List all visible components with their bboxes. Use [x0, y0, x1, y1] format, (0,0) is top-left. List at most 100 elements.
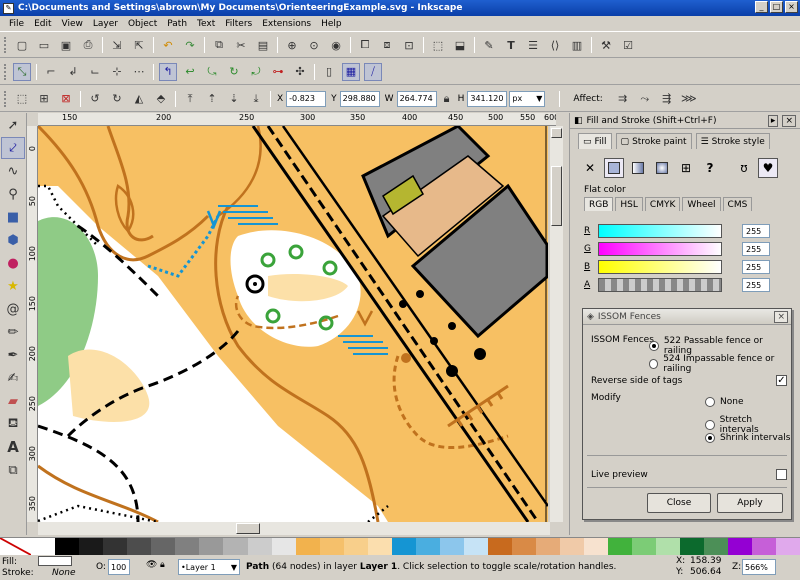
modify-stretch[interactable]: Stretch intervals — [705, 415, 791, 435]
palette-swatch-13[interactable] — [343, 538, 368, 555]
swatch-none[interactable] — [0, 538, 32, 555]
slider-g-track[interactable] — [598, 242, 722, 256]
vertical-scrollbar[interactable] — [550, 126, 563, 522]
slider-b-value[interactable]: 255 — [742, 260, 770, 274]
redo-icon[interactable]: ↷ — [181, 36, 199, 54]
fill-stroke-icon[interactable]: ✎ — [480, 36, 498, 54]
document-properties-icon[interactable]: ☑ — [619, 36, 637, 54]
palette-swatch-11[interactable] — [295, 538, 320, 555]
slider-g-value[interactable]: 255 — [742, 242, 770, 256]
tab-cmyk[interactable]: CMYK — [644, 197, 681, 211]
horizontal-scrollbar[interactable] — [38, 522, 550, 535]
bucket-tool-icon[interactable]: ⛾ — [1, 413, 25, 435]
tab-stroke-style[interactable]: ☰ Stroke style — [695, 133, 770, 149]
menu-object[interactable]: Object — [123, 19, 162, 29]
issom-close-icon[interactable]: × — [774, 310, 788, 323]
affect-pattern-icon[interactable]: ⋙ — [680, 90, 698, 108]
palette-swatch-20[interactable] — [511, 538, 536, 555]
flip-horizontal-icon[interactable]: ◭ — [130, 90, 148, 108]
palette-swatch-31[interactable] — [776, 538, 800, 555]
palette-swatch-29[interactable] — [728, 538, 753, 555]
duplicate-icon[interactable]: ⧠ — [356, 36, 374, 54]
tab-wheel[interactable]: Wheel — [682, 197, 721, 211]
menu-text[interactable]: Text — [192, 19, 220, 29]
palette-swatch-9[interactable] — [247, 538, 272, 555]
zoom-page-icon[interactable]: ◉ — [327, 36, 345, 54]
slider-b-track[interactable] — [598, 260, 722, 274]
affect-stroke-icon[interactable]: ⇉ — [614, 90, 632, 108]
snap-bbox-midpoint-icon[interactable]: ⊹ — [108, 63, 126, 81]
palette-swatch-10[interactable] — [271, 538, 296, 555]
slider-r-track[interactable] — [598, 224, 722, 238]
flip-vertical-icon[interactable]: ⬘ — [152, 90, 170, 108]
unlink-clone-icon[interactable]: ⊡ — [400, 36, 418, 54]
rect-tool-icon[interactable]: ■ — [1, 206, 25, 228]
snap-path-icon[interactable]: ↩ — [181, 63, 199, 81]
save-icon[interactable]: ▣ — [57, 36, 75, 54]
radio-524[interactable] — [649, 359, 659, 369]
palette-swatch-14[interactable] — [367, 538, 392, 555]
palette-swatch-2[interactable] — [79, 538, 104, 555]
palette-swatch-8[interactable] — [223, 538, 248, 555]
layers-icon[interactable]: ☰ — [524, 36, 542, 54]
unit-select[interactable]: px ▼ — [509, 90, 546, 107]
snap-bbox-icon[interactable]: ⌐ — [42, 63, 60, 81]
menu-extensions[interactable]: Extensions — [257, 19, 316, 29]
slider-r-value[interactable]: 255 — [742, 224, 770, 238]
clone-icon[interactable]: ⧈ — [378, 36, 396, 54]
option-522[interactable]: 522 Passable fence or railing — [649, 336, 791, 356]
fill-rule-nonzero-icon[interactable]: ♥ — [758, 158, 778, 178]
live-preview-checkbox[interactable] — [776, 469, 787, 480]
menu-filters[interactable]: Filters — [220, 19, 257, 29]
select-all-layers-icon[interactable]: ⊞ — [35, 90, 53, 108]
maximize-button[interactable]: □ — [770, 1, 783, 13]
palette-swatch-6[interactable] — [175, 538, 200, 555]
toolbar-grip[interactable] — [4, 37, 8, 53]
menu-layer[interactable]: Layer — [88, 19, 123, 29]
eraser-tool-icon[interactable]: ▰ — [1, 390, 25, 412]
apply-button[interactable]: Apply — [717, 493, 783, 513]
menu-edit[interactable]: Edit — [29, 19, 56, 29]
modify-none[interactable]: None — [705, 397, 743, 407]
snap-bbox-corner-icon[interactable]: ⌙ — [86, 63, 104, 81]
palette-swatch-1[interactable] — [55, 538, 80, 555]
calligraphy-tool-icon[interactable]: ✍ — [1, 367, 25, 389]
paste-icon[interactable]: ▤ — [254, 36, 272, 54]
tab-rgb[interactable]: RGB — [584, 197, 614, 211]
palette-swatch-28[interactable] — [704, 538, 729, 555]
preferences-icon[interactable]: ⚒ — [597, 36, 615, 54]
spiral-tool-icon[interactable]: @ — [1, 298, 25, 320]
selector-tool-icon[interactable]: ➚ — [1, 114, 25, 136]
snap-bbox-center-icon[interactable]: ⋯ — [130, 63, 148, 81]
snap-midpoint-icon[interactable]: ⤾ — [247, 63, 265, 81]
fill-rule-evenodd-icon[interactable]: ʊ — [734, 158, 754, 178]
import-icon[interactable]: ⇲ — [108, 36, 126, 54]
no-paint-icon[interactable]: ✕ — [580, 158, 600, 178]
palette-swatch-19[interactable] — [487, 538, 512, 555]
deselect-icon[interactable]: ⊠ — [57, 90, 75, 108]
rotate-ccw-icon[interactable]: ↺ — [86, 90, 104, 108]
close-window-button[interactable]: × — [785, 1, 798, 13]
snap-bbox-edge-icon[interactable]: ↲ — [64, 63, 82, 81]
tweak-tool-icon[interactable]: ∿ — [1, 160, 25, 182]
layer-lock-icon[interactable]: 🔒︎ — [160, 560, 165, 570]
cut-icon[interactable]: ✂ — [232, 36, 250, 54]
linear-gradient-icon[interactable] — [628, 158, 648, 178]
dock-close-icon[interactable]: × — [782, 114, 796, 127]
rotate-cw-icon[interactable]: ↻ — [108, 90, 126, 108]
layer-visibility-icon[interactable]: 👁︎ — [146, 560, 157, 570]
palette-swatch-15[interactable] — [391, 538, 416, 555]
pen-tool-icon[interactable]: ✒ — [1, 344, 25, 366]
zoom-selection-icon[interactable]: ⊕ — [283, 36, 301, 54]
text-tool-icon[interactable]: T — [502, 36, 520, 54]
palette-swatch-22[interactable] — [559, 538, 584, 555]
palette-swatch-21[interactable] — [535, 538, 560, 555]
export-icon[interactable]: ⇱ — [130, 36, 148, 54]
tab-stroke-paint[interactable]: ▢ Stroke paint — [615, 133, 692, 149]
minimize-button[interactable]: _ — [755, 1, 768, 13]
drawing-canvas[interactable] — [38, 126, 548, 522]
h-field[interactable]: 341.120 — [467, 90, 508, 107]
palette-swatch-3[interactable] — [103, 538, 128, 555]
unset-paint-icon[interactable]: ? — [700, 158, 720, 178]
select-all-icon[interactable]: ⬚ — [13, 90, 31, 108]
